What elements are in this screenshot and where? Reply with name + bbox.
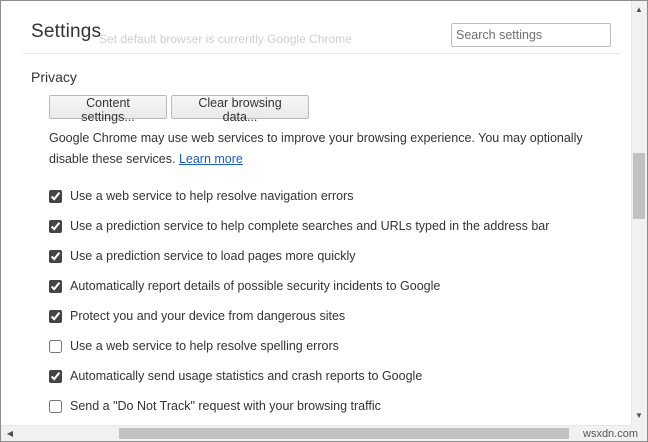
- scroll-up-arrow-icon[interactable]: ▲: [631, 3, 647, 17]
- page-title: Settings: [31, 21, 102, 42]
- option-label: Protect you and your device from dangero…: [70, 309, 346, 323]
- option-spelling-errors[interactable]: Use a web service to help resolve spelli…: [49, 331, 619, 361]
- header-divider: [23, 53, 619, 54]
- content-settings-button[interactable]: Content settings...: [49, 95, 167, 124]
- scroll-left-arrow-icon[interactable]: ◀: [3, 426, 17, 441]
- clear-browsing-data-button[interactable]: Clear browsing data...: [171, 95, 309, 124]
- search-input[interactable]: [451, 23, 611, 47]
- option-prediction-searches[interactable]: Use a prediction service to help complet…: [49, 211, 619, 241]
- checkbox[interactable]: [49, 219, 62, 233]
- checkbox[interactable]: [49, 249, 62, 263]
- settings-window: Set default browser is currently Google …: [0, 0, 648, 442]
- ghost-default-browser-text: Set default browser is currently Google …: [99, 32, 352, 46]
- horizontal-scroll-thumb[interactable]: [119, 428, 569, 439]
- option-security-incidents[interactable]: Automatically report details of possible…: [49, 271, 619, 301]
- settings-header: Set default browser is currently Google …: [1, 1, 631, 53]
- option-label: Use a web service to help resolve spelli…: [70, 339, 339, 353]
- privacy-description: Google Chrome may use web services to im…: [49, 128, 609, 170]
- scroll-down-arrow-icon[interactable]: ▼: [631, 409, 647, 423]
- privacy-description-text: Google Chrome may use web services to im…: [49, 131, 583, 166]
- option-prediction-load-pages[interactable]: Use a prediction service to load pages m…: [49, 241, 619, 271]
- checkbox[interactable]: [49, 399, 62, 413]
- privacy-options-list: Use a web service to help resolve naviga…: [49, 181, 619, 421]
- option-navigation-errors[interactable]: Use a web service to help resolve naviga…: [49, 181, 619, 211]
- option-do-not-track[interactable]: Send a "Do Not Track" request with your …: [49, 391, 619, 421]
- checkbox[interactable]: [49, 189, 62, 203]
- option-dangerous-sites[interactable]: Protect you and your device from dangero…: [49, 301, 619, 331]
- vertical-scroll-thumb[interactable]: [633, 153, 645, 219]
- option-label: Use a web service to help resolve naviga…: [70, 189, 354, 203]
- option-label: Use a prediction service to load pages m…: [70, 249, 356, 263]
- option-label: Automatically send usage statistics and …: [70, 369, 423, 383]
- option-label: Use a prediction service to help complet…: [70, 219, 550, 233]
- option-label: Automatically report details of possible…: [70, 279, 441, 293]
- checkbox[interactable]: [49, 279, 62, 293]
- checkbox[interactable]: [49, 369, 62, 383]
- option-usage-statistics[interactable]: Automatically send usage statistics and …: [49, 361, 619, 391]
- learn-more-link[interactable]: Learn more: [179, 152, 243, 166]
- privacy-section-title: Privacy: [31, 69, 77, 85]
- checkbox[interactable]: [49, 309, 62, 323]
- option-label: Send a "Do Not Track" request with your …: [70, 399, 381, 413]
- checkbox[interactable]: [49, 339, 62, 353]
- watermark: wsxdn.com: [583, 428, 639, 440]
